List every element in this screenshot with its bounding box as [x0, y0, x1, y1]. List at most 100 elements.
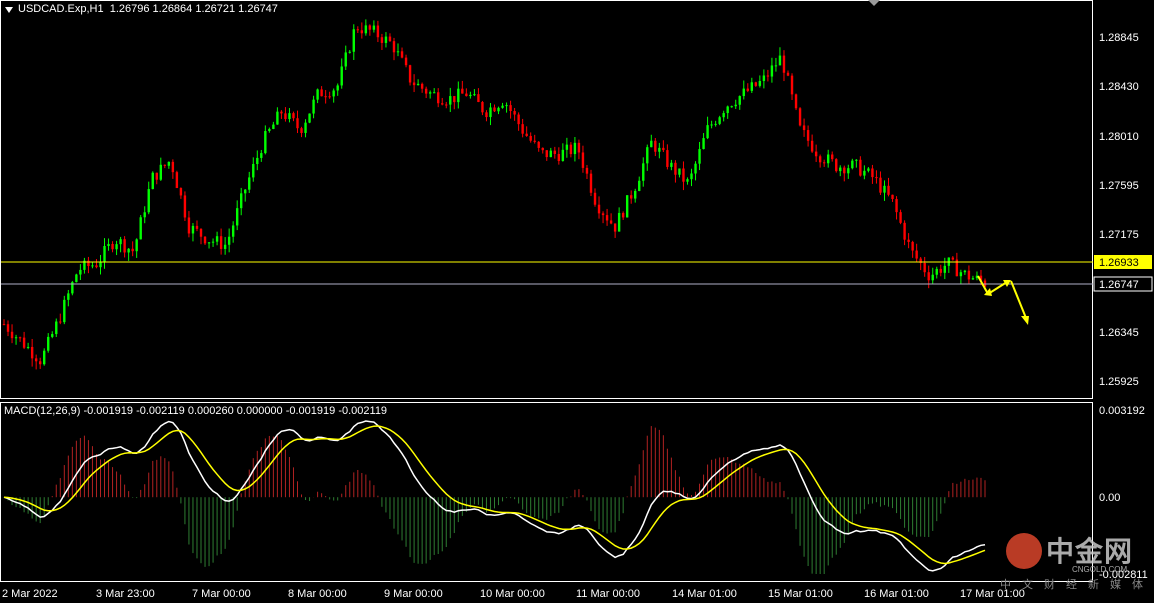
time-label: 16 Mar 01:00: [864, 588, 929, 600]
time-label: 11 Mar 00:00: [576, 588, 640, 600]
candle-body: [537, 141, 540, 148]
candle-body: [91, 265, 94, 267]
candle-body: [565, 144, 569, 150]
candle-body: [416, 83, 420, 86]
candle-body: [847, 168, 850, 174]
candle-body: [545, 150, 548, 158]
candle-body: [260, 153, 263, 158]
candle-body: [22, 337, 26, 348]
candle-body: [517, 114, 520, 125]
candle-body: [151, 172, 154, 190]
candle-body: [131, 248, 134, 252]
candle-body: [400, 51, 404, 58]
candle-body: [203, 236, 207, 244]
candle-body: [276, 111, 279, 125]
time-label: 9 Mar 00:00: [384, 588, 443, 600]
gray-level-value: 1.26747: [1099, 279, 1139, 291]
candle-body: [34, 358, 38, 362]
candle-body: [211, 241, 215, 243]
candle-body: [871, 168, 874, 178]
candle-body: [802, 125, 806, 131]
candle-body: [617, 212, 621, 232]
candle-body: [843, 167, 846, 174]
time-label: 10 Mar 00:00: [480, 588, 545, 600]
candle-body: [316, 89, 319, 100]
candle-body: [818, 156, 822, 163]
chart-shift-marker-icon[interactable]: [868, 0, 880, 6]
candle-body: [304, 122, 307, 133]
candle-body: [911, 241, 914, 251]
watermark-domain: CNGOLD.COM: [1072, 565, 1128, 574]
candle-body: [461, 88, 464, 94]
candle-body: [123, 239, 126, 253]
candles-layer: [2, 19, 987, 370]
candle-body: [666, 150, 669, 167]
candle-body: [191, 225, 195, 234]
candle-body: [107, 243, 110, 247]
candle-body: [163, 164, 167, 166]
candle-body: [605, 215, 609, 221]
candle-body: [814, 151, 818, 157]
candle-body: [891, 194, 894, 200]
candle-body: [248, 177, 251, 190]
candle-body: [18, 337, 22, 339]
candle-body: [662, 147, 665, 151]
candle-body: [806, 130, 810, 141]
candle-body: [75, 274, 78, 283]
candle-body: [10, 331, 14, 339]
candle-body: [135, 239, 138, 252]
candle-body: [465, 93, 468, 97]
candle-body: [268, 128, 271, 132]
yellow-level-value: 1.26933: [1099, 257, 1139, 269]
time-label: 15 Mar 01:00: [768, 588, 833, 600]
candle-body: [694, 163, 697, 174]
candle-body: [839, 167, 842, 172]
candle-body: [489, 107, 492, 118]
candle-body: [573, 142, 577, 155]
candle-body: [899, 212, 902, 223]
candle-body: [30, 346, 34, 359]
candle-body: [831, 154, 834, 160]
brand-logo-icon: [1006, 533, 1042, 569]
candle-body: [903, 222, 906, 240]
candle-body: [625, 195, 629, 218]
candle-body: [95, 265, 98, 268]
candle-body: [147, 189, 150, 213]
chart-canvas[interactable]: 1.28845 1.28430 1.28010 1.27595 1.27175 …: [0, 0, 1154, 603]
candle-body: [790, 75, 794, 95]
candle-body: [223, 244, 227, 249]
candle-body: [79, 269, 82, 275]
candle-body: [513, 111, 516, 115]
candle-body: [404, 57, 408, 66]
candle-body: [457, 88, 460, 103]
candle-body: [183, 195, 187, 218]
candle-body: [139, 217, 142, 240]
candle-body: [26, 346, 30, 348]
price-axis: 1.28845 1.28430 1.28010 1.27595 1.27175 …: [1099, 32, 1139, 388]
candle-body: [380, 37, 384, 43]
candle-body: [718, 117, 721, 124]
price-tick: 1.26345: [1099, 327, 1139, 339]
candle-body: [509, 105, 512, 112]
candle-body: [420, 83, 424, 89]
candle-body: [529, 135, 532, 141]
candle-body: [47, 336, 50, 351]
price-tick: 1.27175: [1099, 229, 1139, 241]
candle-body: [388, 36, 392, 42]
candle-body: [219, 236, 223, 249]
candle-body: [167, 161, 171, 166]
candle-body: [927, 272, 930, 281]
candle-body: [441, 103, 444, 105]
candle-body: [855, 159, 858, 161]
candle-body: [244, 189, 247, 194]
candle-body: [384, 36, 388, 43]
candle-body: [364, 25, 368, 34]
candle-body: [344, 52, 347, 67]
candle-body: [288, 113, 291, 120]
candle-body: [340, 66, 343, 86]
candle-body: [939, 268, 942, 273]
candle-body: [722, 113, 725, 118]
time-label: 8 Mar 00:00: [288, 588, 347, 600]
candle-body: [424, 88, 428, 94]
candle-body: [103, 246, 106, 262]
